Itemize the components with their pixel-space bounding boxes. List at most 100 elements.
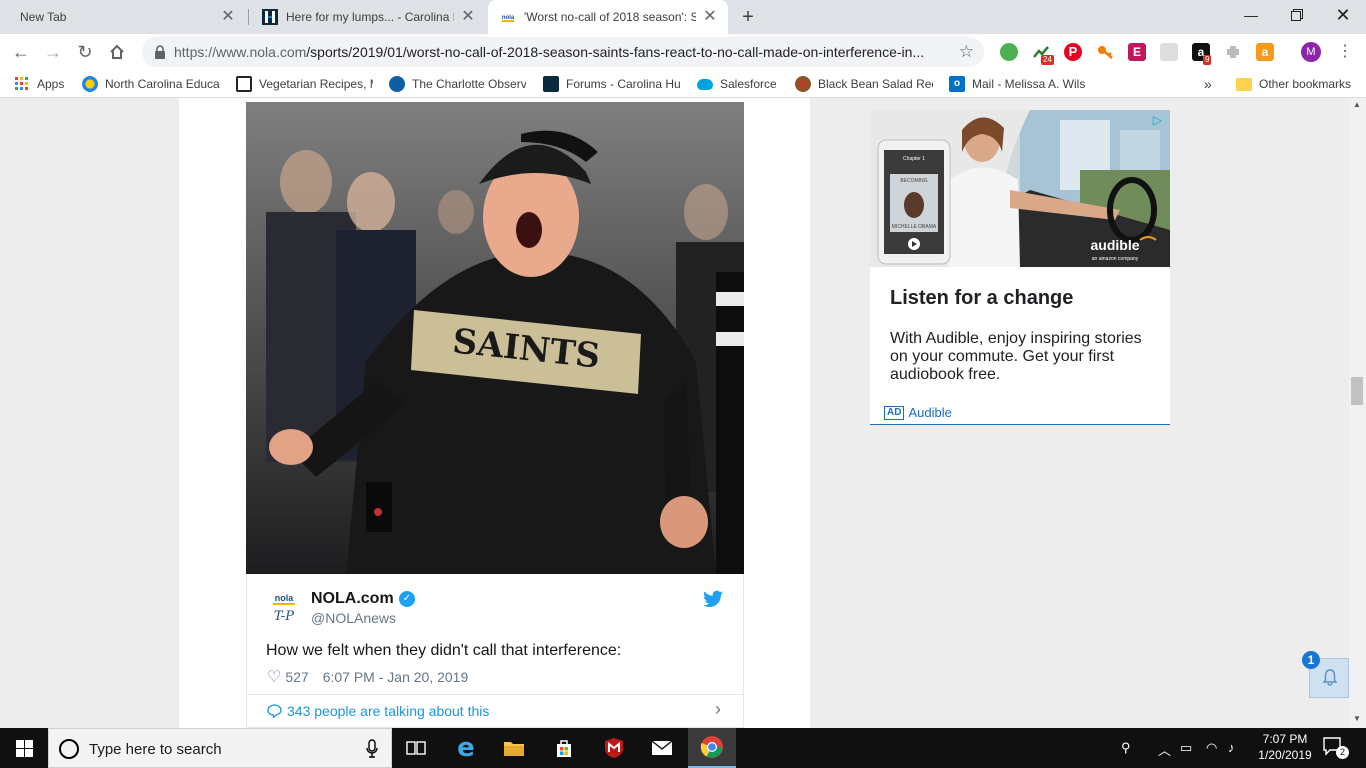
ad-footer[interactable]: AD Audible [884,405,952,420]
bookmark-vegetarian-recipes[interactable]: Vegetarian Recipes, M [236,76,373,92]
bell-icon [1322,669,1338,686]
bookmark-label: Apps [37,77,65,91]
audible-logo: audible [1090,237,1139,253]
chrome-icon[interactable] [688,728,736,768]
bookmark-apps[interactable]: Apps [14,76,74,92]
file-explorer-icon[interactable] [490,728,538,768]
system-clock[interactable]: 7:07 PM 1/20/2019 [1250,731,1320,763]
pinterest-icon[interactable]: P [1064,43,1082,61]
key-icon[interactable] [1096,43,1114,61]
wifi-icon[interactable]: ◠ [1206,740,1217,756]
ad-image[interactable]: Chapter 1 BECOMING MICHELLE OBAMA audibl… [870,110,1170,267]
bookmark-label: Black Bean Salad Rec [818,77,933,91]
tweet-conversation-link[interactable]: 343 people are talking about this [267,703,489,719]
bookmark-label: Vegetarian Recipes, M [259,77,373,91]
bookmark-black-bean-salad[interactable]: Black Bean Salad Rec [795,76,933,92]
bookmark-mail[interactable]: o Mail - Melissa A. Wils [949,76,1087,92]
bookmark-label: Salesforce [720,77,777,91]
page-scrollbar[interactable]: ▲ ▼ [1349,98,1366,728]
people-icon[interactable]: ⚲ [1121,740,1131,756]
bookmarks-overflow-button[interactable]: » [1204,76,1218,92]
bookmark-star-icon[interactable]: ☆ [959,42,974,62]
other-bookmarks-label: Other bookmarks [1259,77,1352,91]
volume-icon[interactable]: ♪ [1228,740,1235,755]
more-menu-icon[interactable]: ⋮ [1337,43,1353,61]
microsoft-store-icon[interactable] [540,728,588,768]
new-tab-button[interactable]: + [737,6,759,28]
amazon-company-text: an amazon company [1092,256,1139,262]
conversation-count-label: 343 people are talking about this [287,703,490,719]
scroll-up-arrow-icon[interactable]: ▲ [1353,100,1361,109]
reload-icon[interactable]: ↻ [72,39,98,65]
tweet-timestamp[interactable]: 6:07 PM - Jan 20, 2019 [323,669,469,685]
bookmark-nc-education[interactable]: North Carolina Educa [82,76,220,92]
mcafee-icon[interactable] [590,728,638,768]
close-icon[interactable]: ✕ [220,9,236,25]
scroll-down-arrow-icon[interactable]: ▼ [1353,714,1361,723]
taskbar-search-box[interactable]: Type here to search [48,728,392,768]
tab-title: 'Worst no-call of 2018 season': Sa [524,10,696,24]
comment-bubble-icon [267,704,282,718]
bookmark-salesforce[interactable]: Salesforce [697,76,779,92]
clock-time: 7:07 PM [1262,732,1308,746]
adchoices-icon[interactable]: ▷ [1153,113,1162,127]
bookmark-label: Mail - Melissa A. Wils [972,77,1086,91]
ad-advertiser-name[interactable]: Audible [908,405,951,420]
address-bar[interactable]: https://www.nola.com/sports/2019/01/wors… [142,37,984,67]
minimize-icon[interactable]: — [1228,0,1274,30]
ad-headline[interactable]: Listen for a change [890,287,1073,310]
ad-body-text[interactable]: With Audible, enjoy inspiring stories on… [890,330,1160,384]
notification-count-badge: 1 [1302,651,1320,669]
tab-title: Here for my lumps... - Carolina Pa [286,10,454,24]
extension-green-icon[interactable] [1000,43,1018,61]
ad-book-author: MICHELLE OBAMA [892,224,937,230]
tweet-photo[interactable]: SAINTS [246,102,744,574]
restore-icon[interactable] [1274,0,1320,30]
tweet-avatar[interactable]: nola T-P [267,590,301,624]
tab-nola-article[interactable]: nola 'Worst no-call of 2018 season': Sa … [488,0,728,34]
chevron-up-icon[interactable]: ︿ [1158,740,1171,759]
battery-icon[interactable]: ▭ [1180,740,1192,756]
bookmark-forums-carolina[interactable]: Forums - Carolina Hu [543,76,681,92]
recipes-icon [236,76,252,92]
mail-icon[interactable] [638,728,686,768]
like-count[interactable]: 527 [285,669,308,685]
extension-grey-icon[interactable] [1160,43,1178,61]
chevron-right-icon[interactable]: › [715,699,721,720]
tweet-author-name[interactable]: NOLA.com [311,590,394,608]
windows-start-icon[interactable] [0,728,48,768]
recipe-flower-icon [795,76,811,92]
search-placeholder: Type here to search [89,741,222,758]
close-window-icon[interactable]: ✕ [1320,0,1366,30]
url-path: /sports/2019/01/worst-no-call-of-2018-se… [306,44,925,60]
microphone-icon[interactable] [365,739,379,759]
edge-browser-icon[interactable]: e [442,728,490,768]
bookmark-charlotte-observer[interactable]: The Charlotte Observ [389,76,526,92]
home-icon[interactable] [104,39,130,65]
avatar[interactable]: M [1301,42,1321,62]
tweet-author-handle[interactable]: @NOLAnews [311,610,396,626]
carolina-huddle-favicon-icon [262,9,278,25]
heart-icon[interactable]: ♡ [267,667,281,687]
puzzle-icon[interactable] [1224,43,1242,61]
back-icon[interactable]: ← [8,39,34,65]
tweet-text: How we felt when they didn't call that i… [266,642,622,659]
task-view-icon[interactable] [392,728,440,768]
close-icon[interactable]: ✕ [702,9,718,25]
scroll-thumb[interactable] [1351,377,1363,405]
action-center-icon[interactable]: 2 [1322,736,1350,760]
other-bookmarks[interactable]: Other bookmarks [1236,76,1360,92]
extension-e-icon[interactable]: E [1128,43,1146,61]
lock-icon [155,45,165,59]
twitter-bird-icon[interactable] [703,590,723,608]
close-icon[interactable]: ✕ [460,9,476,25]
cortana-icon[interactable] [59,739,79,759]
apps-grid-icon [15,77,28,90]
embedded-tweet-card[interactable]: nola T-P NOLA.com ✓ @NOLAnews How we fel… [246,574,744,728]
shopping-bag-icon[interactable]: a [1256,43,1274,61]
tab-new-tab[interactable]: New Tab ✕ [8,0,246,34]
forward-icon[interactable]: → [40,39,66,65]
audible-ad[interactable]: Chapter 1 BECOMING MICHELLE OBAMA audibl… [870,110,1170,425]
page-viewport: SAINTS nola T-P NOLA.com ✓ @NOLAnews How… [0,98,1366,728]
tab-carolina-panthers[interactable]: Here for my lumps... - Carolina Pa ✕ [250,0,486,34]
